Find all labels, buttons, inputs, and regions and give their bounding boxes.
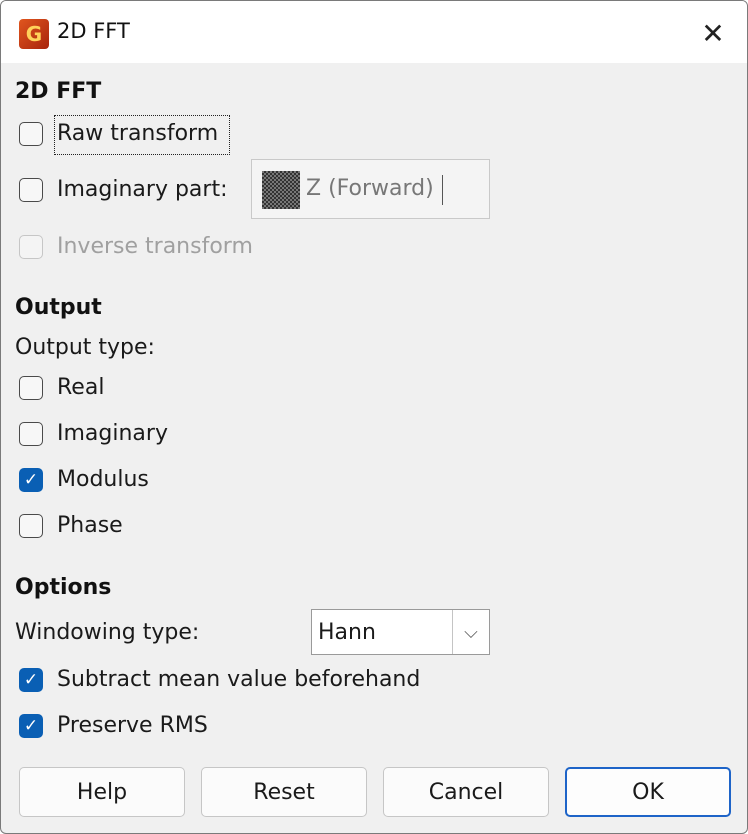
checkmark-icon: ✓	[23, 716, 39, 736]
imaginary-part-checkbox[interactable]	[19, 178, 43, 202]
output-real-checkbox[interactable]	[19, 376, 43, 400]
reset-button[interactable]: Reset	[201, 767, 367, 817]
help-button[interactable]: Help	[19, 767, 185, 817]
title-bar: G 2D FFT ✕	[1, 1, 747, 63]
close-button[interactable]: ✕	[691, 13, 735, 53]
checkmark-icon: ✓	[23, 470, 39, 490]
image-thumbnail-icon	[262, 171, 300, 209]
output-phase-label[interactable]: Phase	[57, 513, 123, 538]
output-imaginary-label[interactable]: Imaginary	[57, 421, 168, 446]
inverse-transform-label: Inverse transform	[57, 234, 253, 259]
chevron-down-icon[interactable]: ⌵	[452, 610, 489, 654]
cancel-button[interactable]: Cancel	[383, 767, 549, 817]
section-heading-options: Options	[15, 575, 112, 600]
text-cursor	[442, 175, 443, 205]
dialog-window: G 2D FFT ✕ 2D FFT Raw transform Imaginar…	[0, 0, 748, 834]
subtract-mean-checkbox[interactable]: ✓	[19, 668, 43, 692]
windowing-type-value: Hann	[318, 620, 376, 645]
window-title: 2D FFT	[57, 19, 130, 43]
windowing-type-select[interactable]: Hann ⌵	[311, 609, 490, 655]
app-logo-icon: G	[19, 19, 49, 49]
section-heading-fft: 2D FFT	[15, 79, 102, 104]
subtract-mean-label[interactable]: Subtract mean value beforehand	[57, 667, 420, 692]
output-phase-checkbox[interactable]	[19, 514, 43, 538]
imaginary-part-value: Z (Forward)	[306, 176, 434, 201]
preserve-rms-checkbox[interactable]: ✓	[19, 714, 43, 738]
preserve-rms-label[interactable]: Preserve RMS	[57, 713, 208, 738]
section-heading-output: Output	[15, 295, 102, 320]
output-real-label[interactable]: Real	[57, 375, 104, 400]
windowing-type-label: Windowing type:	[15, 620, 200, 645]
checkmark-icon: ✓	[23, 670, 39, 690]
inverse-transform-checkbox[interactable]	[19, 235, 43, 259]
output-imaginary-checkbox[interactable]	[19, 422, 43, 446]
imaginary-part-label[interactable]: Imaginary part:	[57, 177, 228, 202]
raw-transform-label[interactable]: Raw transform	[57, 121, 218, 146]
imaginary-part-field[interactable]: Z (Forward)	[251, 159, 490, 219]
output-modulus-checkbox[interactable]: ✓	[19, 468, 43, 492]
output-type-label: Output type:	[15, 335, 155, 360]
close-icon: ✕	[701, 16, 725, 50]
output-modulus-label[interactable]: Modulus	[57, 467, 149, 492]
ok-button[interactable]: OK	[565, 767, 731, 817]
raw-transform-checkbox[interactable]	[19, 122, 43, 146]
